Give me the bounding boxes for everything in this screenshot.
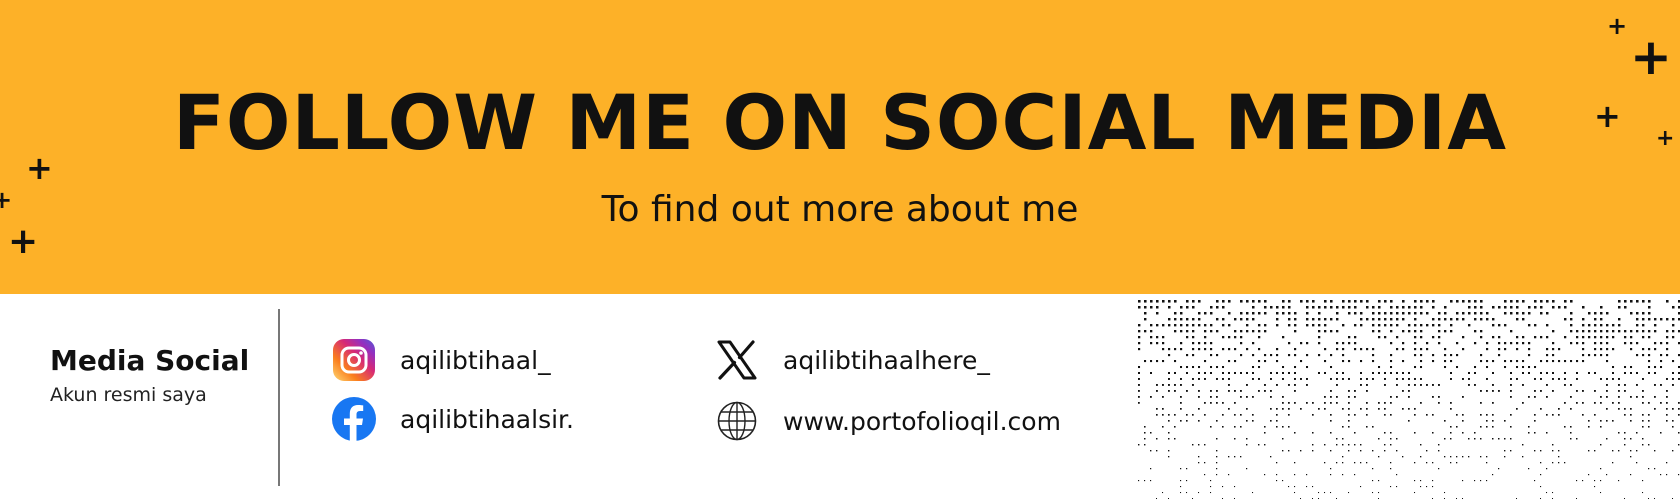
globe-icon: [715, 399, 759, 443]
plus-decoration-icon: +: [0, 186, 13, 214]
page-subtitle: To find out more about me: [601, 189, 1079, 230]
x-handle: aqilibtihaalhere_: [783, 345, 990, 375]
plus-decoration-icon: +: [26, 149, 53, 187]
social-link-facebook[interactable]: aqilibtihaalsir.: [332, 396, 574, 442]
page-title: FOLLOW ME ON SOCIAL MEDIA: [172, 78, 1508, 167]
plus-decoration-icon: +: [1594, 97, 1621, 135]
plus-decoration-icon: +: [1630, 28, 1672, 86]
social-link-x[interactable]: aqilibtihaalhere_: [715, 337, 990, 383]
facebook-icon: [332, 397, 376, 441]
plus-decoration-icon: +: [1656, 126, 1675, 151]
social-link-instagram[interactable]: aqilibtihaal_: [332, 337, 551, 383]
instagram-handle: aqilibtihaal_: [400, 345, 551, 375]
facebook-handle: aqilibtihaalsir.: [400, 404, 574, 434]
dot-pattern-decoration: [1138, 300, 1680, 500]
instagram-icon: [332, 338, 376, 382]
social-link-website[interactable]: www.portofolioqil.com: [715, 398, 1061, 444]
divider: [278, 309, 280, 486]
website-url: www.portofolioqil.com: [783, 406, 1061, 436]
x-twitter-icon: [715, 338, 759, 382]
plus-decoration-icon: +: [1607, 12, 1628, 40]
header-banner: FOLLOW ME ON SOCIAL MEDIA To find out mo…: [0, 0, 1680, 294]
card-title: Media Social: [50, 344, 250, 377]
card-subtitle: Akun resmi saya: [50, 384, 207, 406]
plus-decoration-icon: +: [8, 221, 39, 262]
